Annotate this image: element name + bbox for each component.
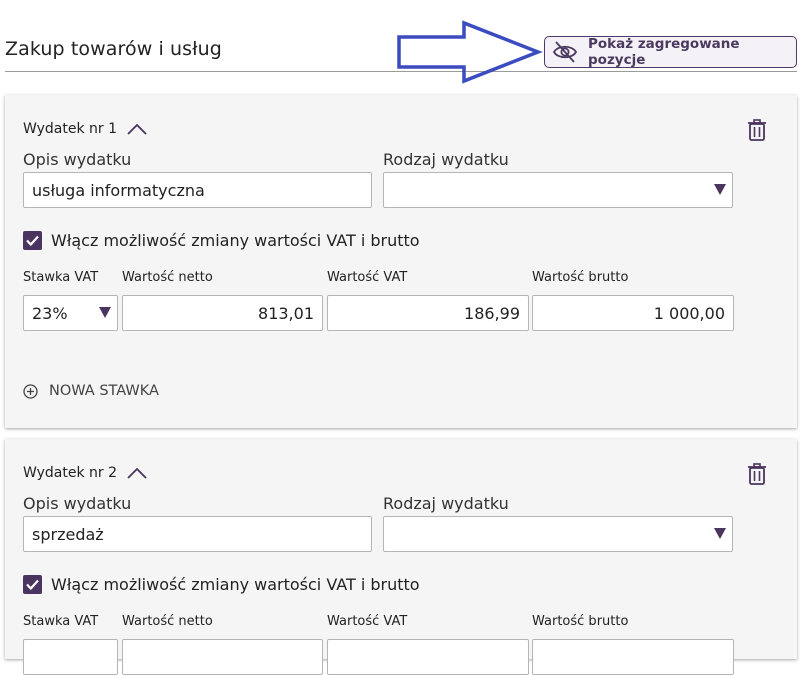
- caret-down-icon: [714, 528, 726, 539]
- expense-card-1: Wydatek nr 1 Opis wydatku Rodzaj wydatku…: [5, 95, 797, 428]
- net-value-input[interactable]: 813,01: [122, 295, 323, 331]
- expense-type-label: Rodzaj wydatku: [383, 150, 509, 169]
- description-label: Opis wydatku: [23, 150, 132, 169]
- plus-circle-icon: [23, 383, 38, 399]
- vat-value-label: Wartość VAT: [327, 614, 408, 629]
- caret-down-icon: [99, 307, 111, 318]
- new-rate-label: NOWA STAWKA: [49, 383, 159, 399]
- chevron-up-icon[interactable]: [127, 467, 147, 479]
- vat-value-input[interactable]: 186,99: [327, 295, 529, 331]
- gross-value-input[interactable]: [532, 639, 734, 675]
- show-aggregated-label: Pokaż zagregowane pozycje: [588, 36, 740, 68]
- gross-value-label: Wartość brutto: [532, 270, 629, 285]
- vat-edit-label: Włącz możliwość zmiany wartości VAT i br…: [51, 575, 420, 594]
- expense-title: Wydatek nr 2: [23, 465, 117, 481]
- checkbox-checked-icon[interactable]: [23, 575, 42, 594]
- show-aggregated-button[interactable]: Pokaż zagregowane pozycje: [544, 36, 797, 68]
- trash-icon[interactable]: [747, 463, 767, 485]
- description-input[interactable]: sprzedaż: [23, 516, 372, 552]
- expense-title: Wydatek nr 1: [23, 121, 117, 137]
- net-value-label: Wartość netto: [122, 270, 213, 285]
- vat-rate-select[interactable]: 23%: [23, 295, 118, 331]
- vat-edit-toggle[interactable]: Włącz możliwość zmiany wartości VAT i br…: [23, 231, 420, 250]
- net-value-input[interactable]: [122, 639, 323, 675]
- vat-rate-label: Stawka VAT: [23, 270, 99, 285]
- new-rate-button[interactable]: NOWA STAWKA: [23, 383, 159, 399]
- vat-rate-label: Stawka VAT: [23, 614, 99, 629]
- description-input[interactable]: usługa informatyczna: [23, 172, 372, 208]
- eye-slash-icon: [552, 39, 578, 65]
- expense-header[interactable]: Wydatek nr 2: [23, 465, 147, 481]
- vat-edit-label: Włącz możliwość zmiany wartości VAT i br…: [51, 231, 420, 250]
- expense-type-select[interactable]: [383, 172, 733, 208]
- vat-value-input[interactable]: [327, 639, 529, 675]
- gross-value-label: Wartość brutto: [532, 614, 629, 629]
- expense-card-2: Wydatek nr 2 Opis wydatku Rodzaj wydatku…: [5, 439, 797, 675]
- page-title: Zakup towarów i usług: [5, 38, 222, 60]
- expense-header[interactable]: Wydatek nr 1: [23, 121, 147, 137]
- net-value-label: Wartość netto: [122, 614, 213, 629]
- checkbox-checked-icon[interactable]: [23, 231, 42, 250]
- expense-type-label: Rodzaj wydatku: [383, 494, 509, 513]
- vat-value-label: Wartość VAT: [327, 270, 408, 285]
- caret-down-icon: [714, 184, 726, 195]
- gross-value-input[interactable]: 1 000,00: [532, 295, 734, 331]
- vat-rate-select[interactable]: [23, 639, 118, 675]
- trash-icon[interactable]: [747, 119, 767, 141]
- vat-edit-toggle[interactable]: Włącz możliwość zmiany wartości VAT i br…: [23, 575, 420, 594]
- chevron-up-icon[interactable]: [127, 123, 147, 135]
- expense-type-select[interactable]: [383, 516, 733, 552]
- vat-rate-value: 23%: [32, 303, 68, 323]
- annotation-arrow-icon: [397, 20, 543, 84]
- description-label: Opis wydatku: [23, 494, 132, 513]
